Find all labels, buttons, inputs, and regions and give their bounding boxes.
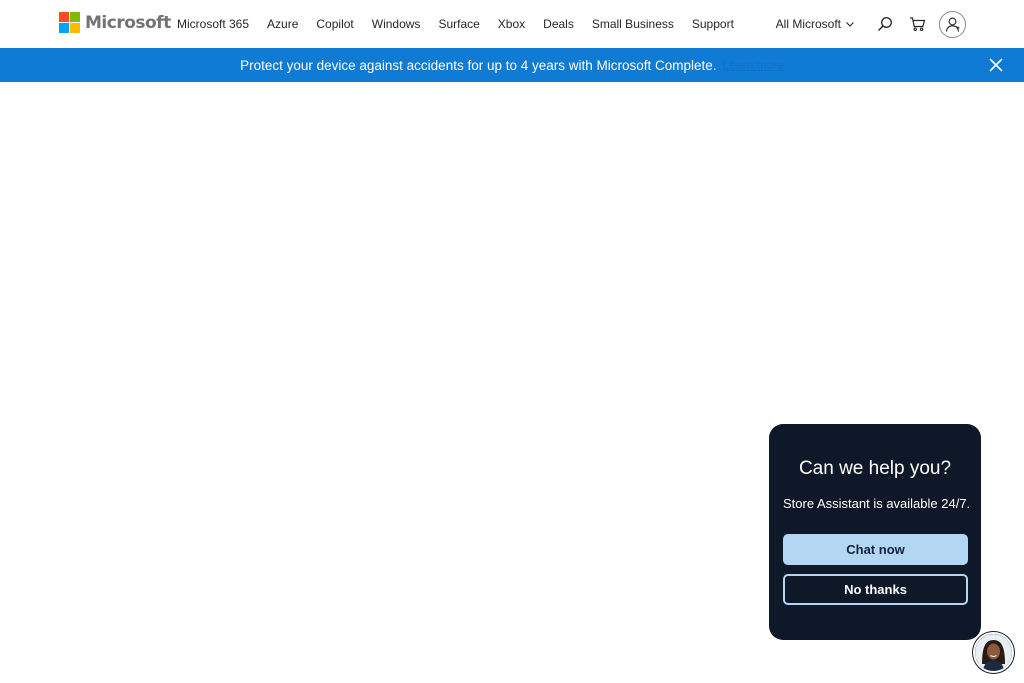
main-nav: Microsoft 365 Azure Copilot Windows Surf… bbox=[177, 0, 752, 48]
all-microsoft-menu[interactable]: All Microsoft bbox=[776, 17, 855, 31]
nav-item-copilot[interactable]: Copilot bbox=[316, 17, 353, 31]
nav-item-small-business[interactable]: Small Business bbox=[592, 17, 674, 31]
cart-button[interactable] bbox=[907, 14, 927, 34]
promo-banner: Protect your device against accidents fo… bbox=[0, 48, 1024, 82]
chat-now-button[interactable]: Chat now bbox=[783, 534, 968, 565]
account-button[interactable] bbox=[939, 10, 966, 38]
nav-item-windows[interactable]: Windows bbox=[372, 17, 421, 31]
header-tools: All Microsoft bbox=[776, 0, 966, 48]
all-microsoft-label: All Microsoft bbox=[775, 17, 841, 31]
brand-name: Microsoft bbox=[85, 12, 171, 33]
nav-item-deals[interactable]: Deals bbox=[543, 17, 574, 31]
chat-prompt-card: Can we help you? Store Assistant is avai… bbox=[769, 424, 981, 640]
page: Microsoft Microsoft 365 Azure Copilot Wi… bbox=[0, 0, 1024, 683]
no-thanks-button[interactable]: No thanks bbox=[783, 574, 968, 605]
account-icon bbox=[945, 17, 960, 32]
nav-item-support[interactable]: Support bbox=[692, 17, 734, 31]
chat-subtitle: Store Assistant is available 24/7. bbox=[783, 496, 971, 511]
cart-icon bbox=[909, 17, 925, 32]
nav-item-xbox[interactable]: Xbox bbox=[498, 17, 525, 31]
banner-learn-more-link[interactable]: Learn more bbox=[723, 58, 784, 72]
microsoft-logo[interactable]: Microsoft bbox=[59, 12, 171, 33]
chevron-down-icon bbox=[846, 22, 854, 27]
search-icon bbox=[878, 17, 892, 31]
banner-close-button[interactable] bbox=[988, 57, 1004, 73]
nav-item-azure[interactable]: Azure bbox=[267, 17, 298, 31]
site-header: Microsoft Microsoft 365 Azure Copilot Wi… bbox=[0, 0, 1024, 48]
microsoft-logo-icon bbox=[59, 12, 80, 33]
search-button[interactable] bbox=[875, 14, 895, 34]
chat-title: Can we help you? bbox=[798, 458, 952, 479]
close-icon bbox=[989, 58, 1003, 72]
assistant-avatar-icon bbox=[975, 634, 1012, 671]
banner-text: Protect your device against accidents fo… bbox=[240, 57, 717, 73]
store-assistant-launcher[interactable] bbox=[973, 632, 1014, 673]
nav-item-surface[interactable]: Surface bbox=[438, 17, 479, 31]
nav-item-microsoft-365[interactable]: Microsoft 365 bbox=[177, 17, 249, 31]
